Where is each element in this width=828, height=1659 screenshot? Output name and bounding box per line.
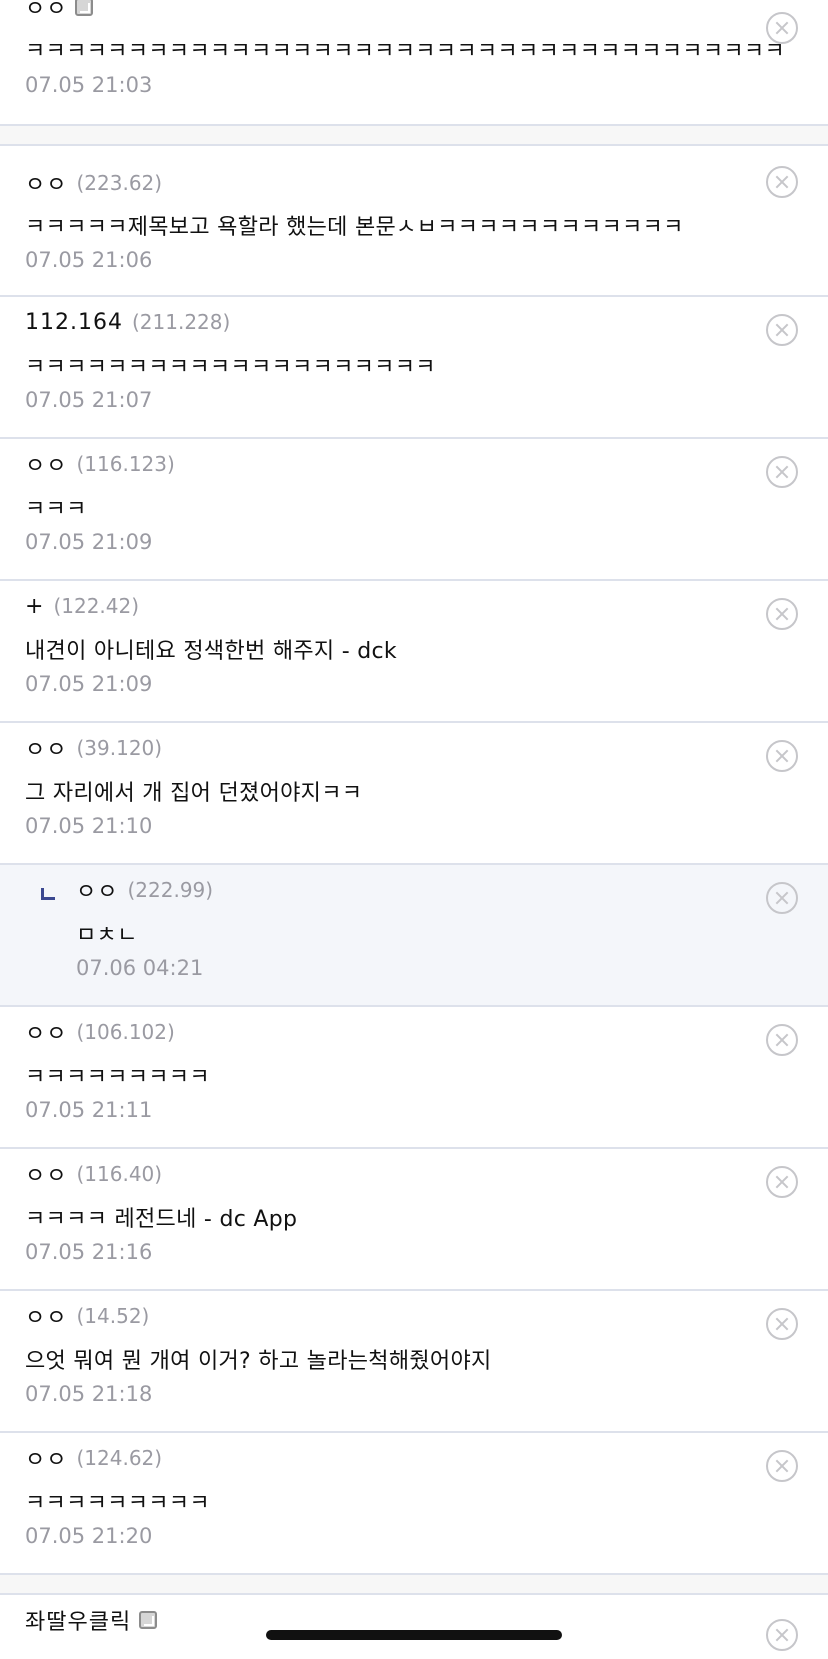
comment-text: 그 자리에서 개 집어 던졌어야지ㅋㅋ [25, 781, 363, 806]
comment-text: ㅋㅋㅋㅋㅋ제목보고 욕할라 했는데 본문ㅅㅂㅋㅋㅋㅋㅋㅋㅋㅋㅋㅋㅋㅋ [25, 215, 684, 240]
comment-text: ㅋㅋㅋㅋㅋㅋㅋㅋㅋㅋㅋㅋㅋㅋㅋㅋㅋㅋㅋㅋㅋㅋㅋㅋㅋㅋㅋㅋㅋㅋㅋㅋㅋㅋㅋㅋㅋ [25, 39, 785, 64]
comment-nickname[interactable]: ㅇㅇ [25, 1016, 67, 1048]
comment-meta: ㅇㅇ (14.52) [25, 1301, 149, 1331]
delete-comment-button[interactable] [766, 12, 798, 44]
comment-date: 07.06 04:21 [76, 956, 204, 980]
comment-meta: ㅇㅇ (223.62) [25, 168, 162, 198]
comment-meta: ㅇㅇ (39.120) [25, 733, 162, 763]
comment-meta: ㅇㅇ (222.99) [76, 875, 213, 905]
comment-date: 07.05 21:16 [25, 1240, 153, 1264]
comment-ip: (222.99) [127, 878, 214, 902]
comment-item: ㅇㅇ (124.62) ㅋㅋㅋㅋㅋㅋㅋㅋㅋ 07.05 21:20 [0, 1433, 828, 1575]
comment-date: 07.05 21:06 [25, 248, 153, 272]
comment-text: ㅋㅋㅋ [25, 497, 87, 522]
comment-date: 07.05 21:07 [25, 388, 153, 412]
comment-separator [0, 126, 828, 146]
reply-arrow-icon [41, 888, 55, 900]
comment-item: ㅇㅇ (116.123) ㅋㅋㅋ 07.05 21:09 [0, 439, 828, 581]
comment-nickname[interactable]: ㅇㅇ [25, 0, 67, 23]
gallog-icon[interactable] [139, 1611, 158, 1629]
gallog-icon[interactable] [75, 0, 94, 16]
delete-comment-button[interactable] [766, 1619, 798, 1651]
comment-date: 07.05 21:03 [25, 73, 153, 97]
comment-item: ㅇㅇ (14.52) 으엇 뭐여 뭔 개여 이거? 하고 놀라는척해줬어야지 0… [0, 1291, 828, 1433]
comment-nickname[interactable]: ㅇㅇ [25, 732, 67, 764]
delete-comment-button[interactable] [766, 882, 798, 914]
comment-ip: (223.62) [76, 171, 163, 195]
delete-comment-button[interactable] [766, 1024, 798, 1056]
comment-meta: ㅇㅇ (116.123) [25, 449, 175, 479]
comment-nickname[interactable]: 112.164 [25, 310, 123, 335]
comment-ip: (116.123) [76, 452, 175, 476]
comment-text: ㅋㅋㅋㅋㅋㅋㅋㅋㅋ [25, 1065, 210, 1090]
comment-date: 07.05 21:18 [25, 1382, 153, 1406]
comment-text: 으엇 뭐여 뭔 개여 이거? 하고 놀라는척해줬어야지 [25, 1349, 492, 1374]
comment-date: 07.05 21:10 [25, 814, 153, 838]
comment-nickname[interactable]: ㅇㅇ [25, 1300, 67, 1332]
comment-nickname[interactable]: ㅇㅇ [25, 1442, 67, 1474]
comment-meta: ㅇㅇ (116.40) [25, 1159, 162, 1189]
delete-comment-button[interactable] [766, 598, 798, 630]
delete-comment-button[interactable] [766, 1450, 798, 1482]
reply-item: ㅇㅇ (222.99) ㅁㅊㄴ 07.06 04:21 [0, 865, 828, 1007]
comment-separator [0, 1575, 828, 1595]
comment-nickname[interactable]: ㅇㅇ [25, 448, 67, 480]
comment-ip: (116.40) [76, 1162, 163, 1186]
comment-item: + (122.42) 내견이 아니테요 정색한번 해주지 - dck 07.05… [0, 581, 828, 723]
comment-ip: (106.102) [76, 1020, 175, 1044]
comment-text: ㅋㅋㅋㅋㅋㅋㅋㅋㅋㅋㅋㅋㅋㅋㅋㅋㅋㅋㅋㅋ [25, 355, 436, 380]
comment-date: 07.05 21:20 [25, 1524, 153, 1548]
comment-nickname[interactable]: 좌딸우클릭 [25, 1604, 131, 1636]
delete-comment-button[interactable] [766, 740, 798, 772]
comment-meta: ㅇㅇ (106.102) [25, 1017, 175, 1047]
delete-comment-button[interactable] [766, 166, 798, 198]
comment-item: ㅇㅇ ㅋㅋㅋㅋㅋㅋㅋㅋㅋㅋㅋㅋㅋㅋㅋㅋㅋㅋㅋㅋㅋㅋㅋㅋㅋㅋㅋㅋㅋㅋㅋㅋㅋㅋㅋㅋㅋ… [0, 0, 828, 126]
comment-item: ㅇㅇ (106.102) ㅋㅋㅋㅋㅋㅋㅋㅋㅋ 07.05 21:11 [0, 1007, 828, 1149]
comment-ip: (39.120) [76, 736, 163, 760]
comment-meta: + (122.42) [25, 591, 139, 621]
comment-ip: (14.52) [76, 1304, 150, 1328]
delete-comment-button[interactable] [766, 314, 798, 346]
comment-text: ㅋㅋㅋㅋㅋㅋㅋㅋㅋ [25, 1491, 210, 1516]
comment-item: 112.164 (211.228) ㅋㅋㅋㅋㅋㅋㅋㅋㅋㅋㅋㅋㅋㅋㅋㅋㅋㅋㅋㅋ 0… [0, 297, 828, 439]
comment-meta: 112.164 (211.228) [25, 307, 230, 337]
comment-ip: (124.62) [76, 1446, 163, 1470]
comment-item: ㅇㅇ (223.62) ㅋㅋㅋㅋㅋ제목보고 욕할라 했는데 본문ㅅㅂㅋㅋㅋㅋㅋㅋ… [0, 146, 828, 297]
comment-ip: (211.228) [131, 310, 231, 334]
comment-nickname[interactable]: ㅇㅇ [25, 167, 67, 199]
comment-meta: ㅇㅇ [25, 0, 94, 23]
comment-date: 07.05 21:11 [25, 1098, 153, 1122]
delete-comment-button[interactable] [766, 456, 798, 488]
comment-item: ㅇㅇ (39.120) 그 자리에서 개 집어 던졌어야지ㅋㅋ 07.05 21… [0, 723, 828, 865]
comment-item: ㅇㅇ (116.40) ㅋㅋㅋㅋ 레전드네 - dc App 07.05 21:… [0, 1149, 828, 1291]
delete-comment-button[interactable] [766, 1308, 798, 1340]
comment-nickname[interactable]: ㅇㅇ [76, 874, 118, 906]
comment-date: 07.05 21:09 [25, 672, 153, 696]
comment-meta: 좌딸우클릭 [25, 1604, 158, 1636]
comment-meta: ㅇㅇ (124.62) [25, 1443, 162, 1473]
comment-ip: (122.42) [53, 594, 140, 618]
delete-comment-button[interactable] [766, 1166, 798, 1198]
comment-date: 07.05 21:09 [25, 530, 153, 554]
comment-text: 내견이 아니테요 정색한번 해주지 - dck [25, 639, 397, 664]
comment-nickname[interactable]: + [25, 594, 44, 619]
comment-text: ㅁㅊㄴ [76, 923, 138, 948]
home-indicator[interactable] [266, 1630, 562, 1640]
comment-text: ㅋㅋㅋㅋ 레전드네 - dc App [25, 1207, 298, 1232]
comment-item: 좌딸우클릭 [0, 1595, 828, 1659]
comment-nickname[interactable]: ㅇㅇ [25, 1158, 67, 1190]
